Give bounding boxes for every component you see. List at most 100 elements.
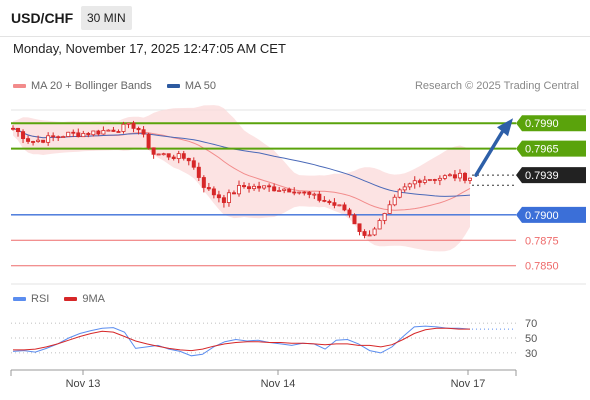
x-tick-label: Nov 13 <box>66 378 101 390</box>
candle-body <box>221 197 226 203</box>
candle-body <box>457 172 462 179</box>
candle-body <box>327 200 332 204</box>
candle-body <box>362 231 367 236</box>
forecast-arrow-shaft <box>474 130 504 177</box>
candle-body <box>377 220 382 230</box>
candle-body <box>186 157 191 162</box>
candle-body <box>41 139 46 143</box>
candle-body <box>21 131 26 139</box>
candle-body <box>146 133 151 149</box>
candle-body <box>462 172 467 181</box>
candle-body <box>302 191 307 194</box>
candle-body <box>31 141 36 143</box>
x-axis: Nov 13 Nov 14 Nov 17 <box>66 370 486 390</box>
candle-body <box>156 153 161 156</box>
candle-body <box>427 179 432 181</box>
candle-body <box>151 147 156 155</box>
candle-body <box>257 185 262 189</box>
candle-body <box>317 193 322 201</box>
candle-body <box>367 234 372 237</box>
candle-body <box>292 191 297 194</box>
rsi-tick-30: 30 <box>525 348 537 360</box>
candle-body <box>272 186 277 192</box>
candle-body <box>51 135 56 138</box>
candle-body <box>56 136 61 139</box>
candle-body <box>211 188 216 196</box>
candle-body <box>196 166 201 178</box>
x-tick-label: Nov 14 <box>261 378 296 390</box>
candle-body <box>262 185 267 189</box>
candle-body <box>277 190 282 192</box>
candle-body <box>216 194 221 199</box>
candle-body <box>437 177 442 181</box>
candle-body <box>357 223 362 232</box>
candle-body <box>116 131 121 133</box>
rsi-ma9-line <box>13 327 470 352</box>
level-labels: 0.7990 0.7965 0.7939 0.7900 0.7875 0.7850 <box>516 115 586 273</box>
candle-body <box>467 177 472 181</box>
candle-body <box>231 192 236 195</box>
candle-body <box>402 186 407 191</box>
candle-body <box>96 130 101 135</box>
candle-body <box>247 186 252 190</box>
rsi-tick-70: 70 <box>525 318 537 330</box>
candle-body <box>176 153 181 159</box>
candle-body <box>71 131 76 134</box>
bollinger-band-fill <box>13 105 470 252</box>
candle-body <box>26 138 31 142</box>
candle-body <box>372 228 377 236</box>
candle-body <box>141 129 146 135</box>
candle-body <box>297 191 302 194</box>
candle-body <box>312 193 317 196</box>
candle-body <box>442 175 447 179</box>
level-label-0.7965: 0.7965 <box>525 144 559 156</box>
candle-body <box>191 160 196 168</box>
candle-body <box>206 187 211 190</box>
candle-body <box>447 174 452 177</box>
x-tick-label: Nov 17 <box>451 378 486 390</box>
candle-body <box>347 209 352 216</box>
candle-body <box>171 156 176 159</box>
candle-body <box>161 153 166 156</box>
level-label-0.7900: 0.7900 <box>525 210 559 222</box>
candle-body <box>407 183 412 188</box>
candle-body <box>322 199 327 202</box>
candle-body <box>412 180 417 185</box>
last-price-label: 0.7939 <box>525 170 559 182</box>
candle-body <box>236 185 241 195</box>
candle-body <box>61 136 66 138</box>
rsi-panel: 70 50 30 <box>11 318 537 360</box>
candle-body <box>332 202 337 206</box>
candle-body <box>387 204 392 214</box>
candle-body <box>36 139 41 142</box>
candle-body <box>181 153 186 159</box>
candle-body <box>121 123 126 132</box>
rsi-line <box>12 325 471 357</box>
candle-body <box>81 132 86 138</box>
level-label-0.7990: 0.7990 <box>525 118 559 130</box>
candle-body <box>417 180 422 183</box>
candle-body <box>307 191 312 195</box>
candle-body <box>46 135 51 143</box>
candle-body <box>226 192 231 203</box>
forecast-arrow <box>474 118 513 177</box>
candle-body <box>106 129 111 132</box>
candle-body <box>166 153 171 158</box>
price-chart: 0.7990 0.7965 0.7939 0.7900 0.7875 0.7850 70 5… <box>10 105 586 390</box>
candle-body <box>432 179 437 181</box>
candle-body <box>242 185 247 188</box>
candle-body <box>452 174 457 179</box>
candle-body <box>16 127 21 133</box>
candle-body <box>101 130 106 135</box>
candle-body <box>111 129 116 132</box>
candle-body <box>131 122 136 129</box>
rsi-tick-50: 50 <box>525 333 537 345</box>
candle-body <box>91 130 96 136</box>
candle-body <box>66 131 71 137</box>
candle-body <box>136 127 141 131</box>
level-label-0.7850: 0.7850 <box>525 261 559 273</box>
candle-body <box>287 188 292 193</box>
candle-body <box>342 204 347 211</box>
candle-body <box>201 177 206 188</box>
candle-body <box>282 188 287 191</box>
